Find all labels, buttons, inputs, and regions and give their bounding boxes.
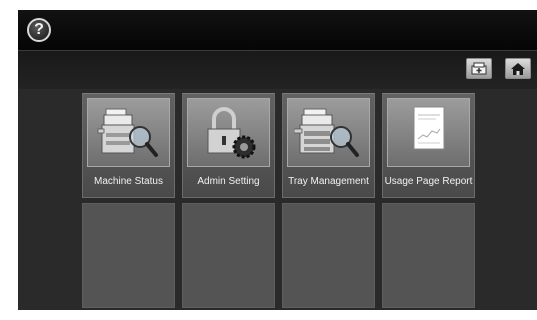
machine-status-button[interactable]: Machine Status [82, 93, 175, 198]
empty-slot [182, 203, 275, 308]
machine-status-label: Machine Status [94, 175, 163, 187]
question-circle-icon: ? [34, 21, 44, 38]
empty-slot [382, 203, 475, 308]
report-page-icon [387, 98, 470, 167]
empty-slot [82, 203, 175, 308]
home-icon [511, 62, 525, 75]
help-button[interactable]: ? [27, 18, 51, 42]
tray-button[interactable] [466, 58, 492, 79]
usage-page-report-label: Usage Page Report [384, 175, 473, 187]
tray-management-icon [287, 98, 370, 167]
top-bar: ? [18, 10, 537, 50]
toolbar [18, 50, 537, 90]
usage-page-report-button[interactable]: Usage Page Report [382, 93, 475, 198]
touchscreen: ? Machine Status Admin Setting Tray Mana… [18, 10, 537, 310]
admin-setting-label: Admin Setting [197, 175, 260, 187]
empty-slot [282, 203, 375, 308]
home-button[interactable] [505, 58, 531, 79]
tray-icon [471, 62, 487, 75]
admin-setting-button[interactable]: Admin Setting [182, 93, 275, 198]
menu-grid: Machine Status Admin Setting Tray Manage… [18, 89, 537, 310]
tray-management-label: Tray Management [288, 175, 369, 187]
tray-management-button[interactable]: Tray Management [282, 93, 375, 198]
machine-status-icon [87, 98, 170, 167]
admin-lock-gear-icon [187, 98, 270, 167]
